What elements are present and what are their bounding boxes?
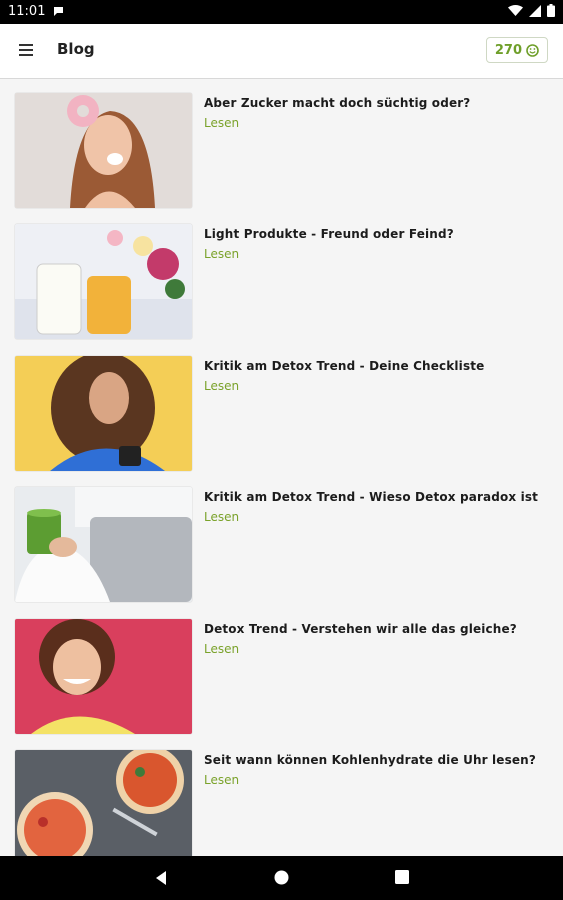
read-link[interactable]: Lesen bbox=[204, 642, 239, 656]
points-count: 270 bbox=[494, 42, 522, 58]
blog-post-item[interactable]: Seit wann können Kohlenhydrate die Uhr l… bbox=[0, 736, 563, 856]
blog-post-item[interactable]: Kritik am Detox Trend - Wieso Detox para… bbox=[0, 473, 563, 602]
read-link[interactable]: Lesen bbox=[204, 773, 239, 787]
post-thumbnail bbox=[15, 93, 192, 208]
post-title[interactable]: Detox Trend - Verstehen wir alle das gle… bbox=[204, 622, 549, 636]
signal-icon bbox=[529, 4, 541, 17]
blog-post-item[interactable]: Detox Trend - Verstehen wir alle das gle… bbox=[0, 605, 563, 734]
home-icon[interactable] bbox=[274, 870, 289, 885]
read-link[interactable]: Lesen bbox=[204, 247, 239, 261]
blog-list: Aber Zucker macht doch süchtig oder? Les… bbox=[0, 79, 563, 856]
post-thumbnail bbox=[15, 750, 192, 856]
points-badge[interactable]: 270 bbox=[485, 37, 548, 63]
chat-notification-icon bbox=[54, 7, 63, 16]
post-title[interactable]: Kritik am Detox Trend - Deine Checkliste bbox=[204, 359, 549, 373]
back-icon[interactable] bbox=[154, 870, 168, 886]
smiley-icon bbox=[526, 43, 539, 57]
status-bar: 11:01 bbox=[0, 0, 563, 24]
status-time: 11:01 bbox=[8, 4, 46, 19]
blog-post-item[interactable]: Kritik am Detox Trend - Deine Checkliste… bbox=[0, 342, 563, 471]
post-thumbnail bbox=[15, 619, 192, 734]
post-title[interactable]: Kritik am Detox Trend - Wieso Detox para… bbox=[204, 490, 549, 504]
post-title[interactable]: Seit wann können Kohlenhydrate die Uhr l… bbox=[204, 753, 549, 767]
post-thumbnail bbox=[15, 487, 192, 602]
page-title: Blog bbox=[57, 40, 95, 58]
blog-post-item[interactable]: Aber Zucker macht doch süchtig oder? Les… bbox=[0, 79, 563, 208]
read-link[interactable]: Lesen bbox=[204, 116, 239, 130]
post-thumbnail bbox=[15, 224, 192, 339]
post-thumbnail bbox=[15, 356, 192, 471]
read-link[interactable]: Lesen bbox=[204, 379, 239, 393]
read-link[interactable]: Lesen bbox=[204, 510, 239, 524]
blog-post-item[interactable]: Light Produkte - Freund oder Feind? Lese… bbox=[0, 210, 563, 339]
post-title[interactable]: Light Produkte - Freund oder Feind? bbox=[204, 227, 549, 241]
post-title[interactable]: Aber Zucker macht doch süchtig oder? bbox=[204, 96, 549, 110]
system-nav-bar bbox=[0, 856, 563, 900]
battery-icon bbox=[547, 4, 555, 17]
recents-icon[interactable] bbox=[395, 870, 409, 884]
hamburger-menu-icon[interactable] bbox=[15, 41, 37, 61]
wifi-icon bbox=[508, 4, 523, 16]
app-bar: Blog 270 bbox=[0, 24, 563, 79]
